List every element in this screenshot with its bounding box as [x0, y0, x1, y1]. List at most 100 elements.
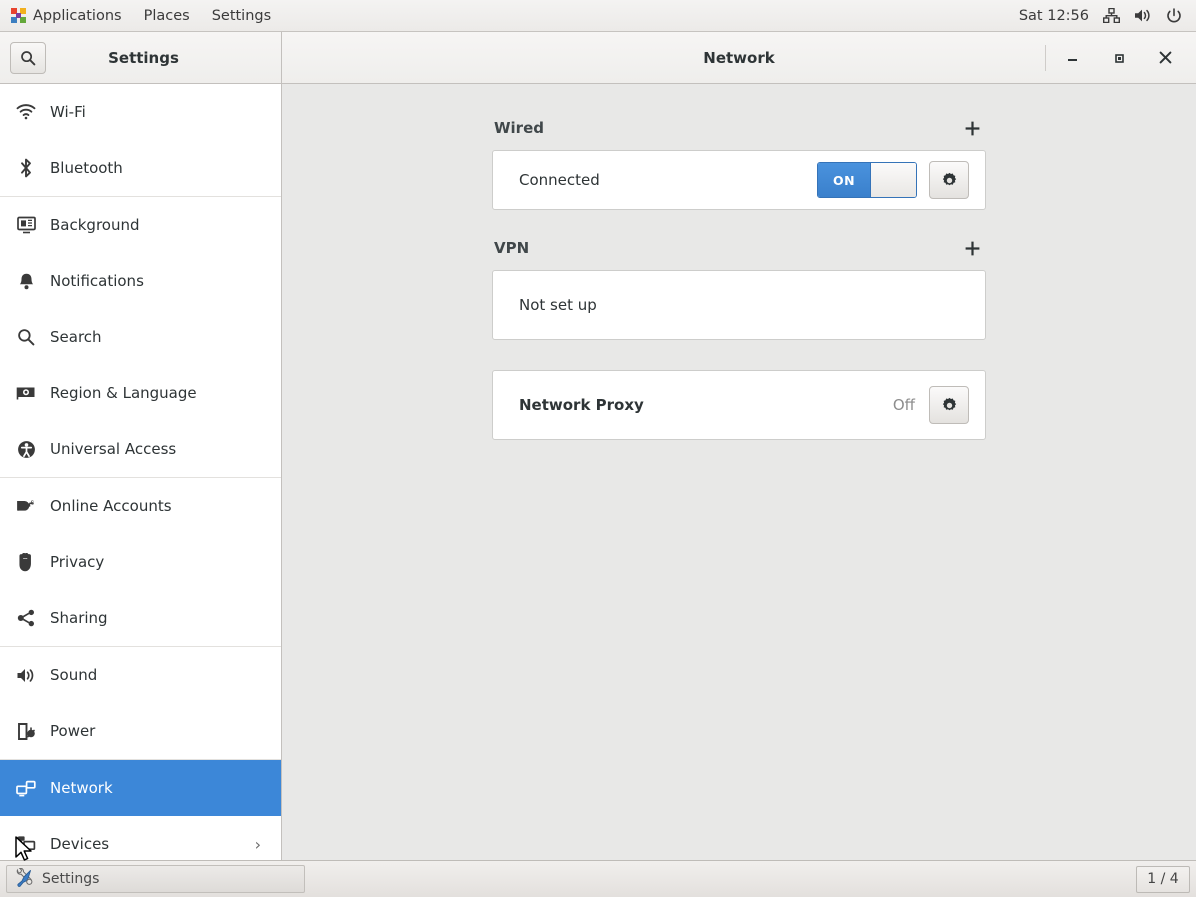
vpn-row[interactable]: Not set up	[492, 270, 986, 340]
plus-icon	[964, 240, 981, 257]
vpn-section-header: VPN	[492, 236, 986, 270]
applications-menu[interactable]: Applications	[0, 0, 133, 31]
hand-icon	[14, 553, 38, 572]
maximize-icon	[1112, 51, 1126, 65]
wired-toggle-knob	[870, 163, 916, 197]
settings-menu[interactable]: Settings	[201, 0, 282, 31]
sidebar-item-label: Search	[50, 328, 102, 346]
sidebar-item-sound[interactable]: Sound	[0, 647, 281, 703]
taskbar: Settings 1 / 4	[0, 860, 1196, 897]
wired-status-label: Connected	[519, 171, 600, 189]
sidebar-item-wifi[interactable]: Wi-Fi	[0, 84, 281, 140]
gear-icon	[941, 172, 958, 189]
sidebar-item-label: Region & Language	[50, 384, 197, 402]
clock[interactable]: Sat 12:56	[1019, 8, 1089, 24]
sidebar-item-label: Devices	[50, 835, 109, 853]
top-panel: Applications Places Settings Sat 12:56	[0, 0, 1196, 32]
power-icon[interactable]	[1166, 8, 1182, 24]
content-header: Network	[282, 32, 1196, 84]
settings-menu-label: Settings	[212, 8, 271, 24]
add-vpn-button[interactable]	[960, 236, 984, 260]
sidebar-item-label: Background	[50, 216, 140, 234]
search-icon	[20, 50, 36, 66]
sidebar-item-universal-access[interactable]: Universal Access	[0, 421, 281, 477]
maximize-button[interactable]	[1096, 33, 1142, 83]
minimize-icon	[1066, 51, 1080, 65]
add-wired-button[interactable]	[960, 116, 984, 140]
sidebar-item-label: Notifications	[50, 272, 144, 290]
sidebar-item-sharing[interactable]: Sharing	[0, 590, 281, 646]
sidebar-item-background[interactable]: Background	[0, 197, 281, 253]
tools-icon	[15, 868, 34, 891]
volume-icon[interactable]	[1134, 8, 1152, 23]
flag-icon	[14, 385, 38, 401]
background-monitor-icon	[14, 216, 38, 234]
network-panel: Wired Connected ON	[282, 84, 1196, 860]
wired-toggle-state: ON	[818, 163, 870, 197]
settings-sidebar: Wi-Fi Bluetooth Background	[0, 84, 282, 860]
online-accounts-icon: s	[14, 497, 38, 515]
minimize-button[interactable]	[1050, 33, 1096, 83]
taskbar-item-settings[interactable]: Settings	[6, 865, 305, 893]
wired-network-icon[interactable]	[1103, 8, 1120, 23]
spacer	[492, 210, 986, 236]
settings-window: Settings Network	[0, 32, 1196, 860]
top-panel-left: Applications Places Settings	[0, 0, 282, 31]
sidebar-item-label: Privacy	[50, 553, 104, 571]
sidebar-item-search[interactable]: Search	[0, 309, 281, 365]
sidebar-item-label: Universal Access	[50, 440, 176, 458]
accessibility-icon	[14, 440, 38, 459]
network-proxy-settings-button[interactable]	[929, 386, 969, 424]
sidebar-item-devices[interactable]: Devices ›	[0, 816, 281, 860]
top-panel-right: Sat 12:56	[1019, 0, 1196, 31]
sidebar-item-label: Wi-Fi	[50, 103, 86, 121]
window-titlebars: Settings Network	[0, 32, 1196, 84]
sidebar-item-privacy[interactable]: Privacy	[0, 534, 281, 590]
desktop-screen: Applications Places Settings Sat 12:56	[0, 0, 1196, 897]
wired-settings-button[interactable]	[929, 161, 969, 199]
window-body: Wi-Fi Bluetooth Background	[0, 84, 1196, 860]
sidebar-item-label: Sound	[50, 666, 97, 684]
speaker-icon	[14, 667, 38, 684]
search-icon	[14, 328, 38, 346]
vpn-status-label: Not set up	[519, 296, 597, 314]
power-battery-icon	[14, 722, 38, 741]
places-menu[interactable]: Places	[133, 0, 201, 31]
devices-icon	[14, 835, 38, 853]
spacer	[492, 340, 986, 370]
network-panel-inner: Wired Connected ON	[492, 84, 986, 440]
network-proxy-row[interactable]: Network Proxy Off	[492, 370, 986, 440]
sidebar-item-label: Sharing	[50, 609, 108, 627]
workspace-indicator[interactable]: 1 / 4	[1136, 866, 1190, 893]
network-icon	[14, 780, 38, 797]
chevron-right-icon: ›	[255, 835, 261, 854]
vpn-heading: VPN	[494, 239, 529, 257]
applications-pinwheel-icon	[11, 8, 26, 23]
bluetooth-icon	[14, 158, 38, 178]
wifi-icon	[14, 104, 38, 120]
sidebar-item-label: Bluetooth	[50, 159, 123, 177]
window-controls	[1045, 33, 1188, 83]
close-icon	[1158, 50, 1173, 65]
sidebar-item-online-accounts[interactable]: s Online Accounts	[0, 478, 281, 534]
network-proxy-value: Off	[893, 396, 915, 414]
applications-menu-label: Applications	[33, 8, 122, 24]
taskbar-item-label: Settings	[42, 871, 99, 887]
sidebar-item-region-language[interactable]: Region & Language	[0, 365, 281, 421]
svg-text:s: s	[30, 500, 34, 507]
sidebar-item-power[interactable]: Power	[0, 703, 281, 759]
search-button[interactable]	[10, 42, 46, 74]
bell-icon	[14, 272, 38, 291]
plus-icon	[964, 120, 981, 137]
sidebar-header: Settings	[0, 32, 282, 84]
sidebar-item-notifications[interactable]: Notifications	[0, 253, 281, 309]
sidebar-item-bluetooth[interactable]: Bluetooth	[0, 140, 281, 196]
sidebar-item-network[interactable]: Network	[0, 760, 281, 816]
places-menu-label: Places	[144, 8, 190, 24]
share-icon	[14, 609, 38, 627]
wired-toggle[interactable]: ON	[817, 162, 917, 198]
sidebar-title: Settings	[46, 49, 271, 67]
close-button[interactable]	[1142, 33, 1188, 83]
sidebar-item-label: Online Accounts	[50, 497, 172, 515]
wired-connection-row[interactable]: Connected ON	[492, 150, 986, 210]
